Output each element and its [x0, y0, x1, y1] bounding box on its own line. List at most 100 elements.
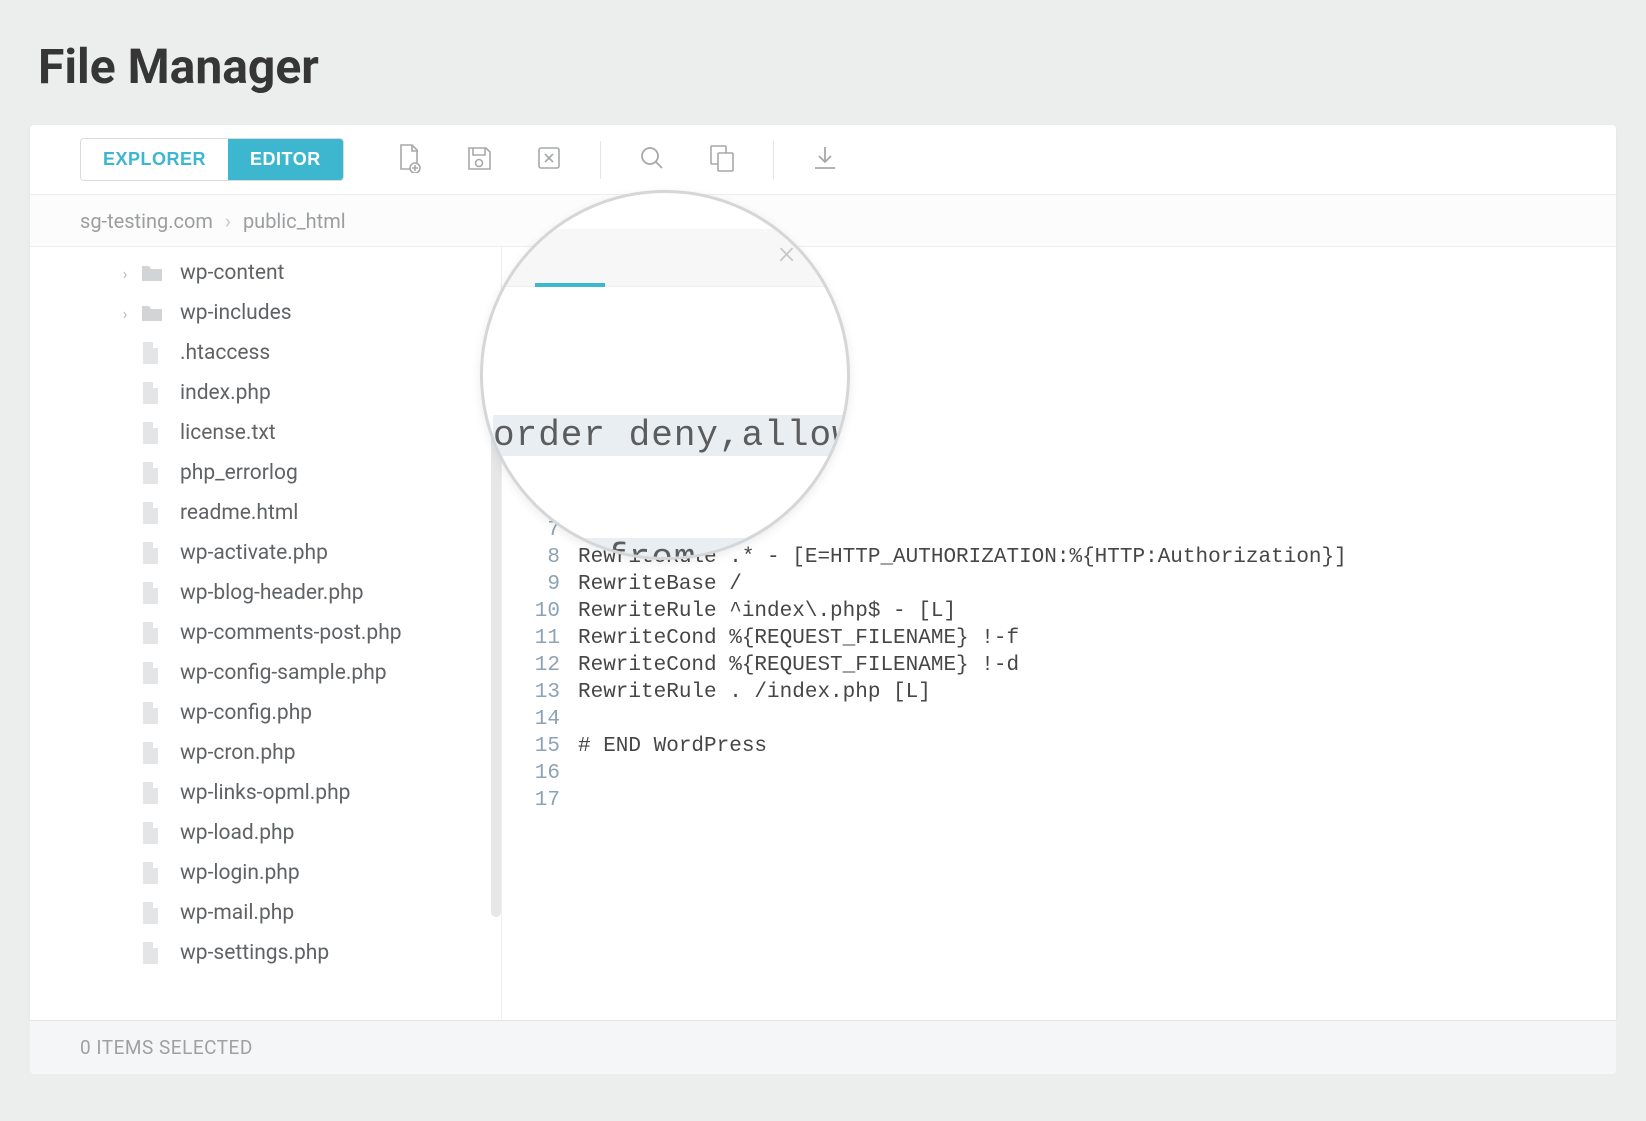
item-label: wp-blog-header.php	[180, 581, 364, 605]
file-item[interactable]: wp-links-opml.php	[30, 773, 501, 813]
close-icon[interactable]: ×	[778, 233, 795, 271]
code-line[interactable]: # END WordPress	[578, 733, 1616, 760]
item-label: wp-config-sample.php	[180, 661, 387, 685]
file-icon	[140, 501, 166, 525]
file-icon	[140, 621, 166, 645]
line-number: 17	[502, 787, 560, 814]
chevron-right-icon[interactable]: ›	[110, 264, 140, 283]
folder-item[interactable]: › wp-content	[30, 253, 501, 293]
item-label: readme.html	[180, 501, 298, 525]
code-line[interactable]	[578, 760, 1616, 787]
file-item[interactable]: .htaccess	[30, 333, 501, 373]
file-icon	[140, 541, 166, 565]
item-label: wp-includes	[180, 301, 292, 325]
file-item[interactable]: wp-config-sample.php	[30, 653, 501, 693]
file-icon	[140, 821, 166, 845]
breadcrumb-part[interactable]: public_html	[243, 209, 346, 233]
item-label: .htaccess	[180, 341, 270, 365]
selection-count: 0 ITEMS SELECTED	[80, 1036, 253, 1059]
file-item[interactable]: wp-comments-post.php	[30, 613, 501, 653]
file-item[interactable]: index.php	[30, 373, 501, 413]
status-bar: 0 ITEMS SELECTED	[30, 1020, 1616, 1074]
file-item[interactable]: wp-settings.php	[30, 933, 501, 973]
code-line[interactable]	[578, 787, 1616, 814]
save-button[interactable]	[456, 137, 502, 183]
code-line[interactable]: RewriteRule ^index\.php$ - [L]	[578, 598, 1616, 625]
file-icon	[140, 341, 166, 365]
copy-button[interactable]	[699, 137, 745, 183]
item-label: wp-settings.php	[180, 941, 329, 965]
item-label: wp-comments-post.php	[180, 621, 402, 645]
toolbar: EXPLORER EDITOR	[30, 125, 1616, 195]
line-number: 12	[502, 652, 560, 679]
item-label: wp-load.php	[180, 821, 294, 845]
file-icon	[140, 581, 166, 605]
file-icon	[140, 381, 166, 405]
line-number: 14	[502, 706, 560, 733]
code-line[interactable]: RewriteBase /	[578, 571, 1616, 598]
file-icon	[140, 741, 166, 765]
file-icon	[140, 781, 166, 805]
line-number: 15	[502, 733, 560, 760]
folder-icon	[140, 263, 166, 283]
file-item[interactable]: wp-cron.php	[30, 733, 501, 773]
new-file-button[interactable]	[386, 137, 432, 183]
code-line[interactable]	[578, 706, 1616, 733]
chevron-right-icon: ›	[225, 209, 231, 233]
line-gutter: 7891011121314151617	[502, 517, 578, 1020]
folder-item[interactable]: › wp-includes	[30, 293, 501, 333]
item-label: wp-links-opml.php	[180, 781, 350, 805]
tab-editor[interactable]: EDITOR	[228, 139, 343, 180]
file-item[interactable]: license.txt	[30, 413, 501, 453]
file-item[interactable]: wp-config.php	[30, 693, 501, 733]
file-icon	[140, 861, 166, 885]
page-title: File Manager	[0, 0, 1646, 125]
file-icon	[140, 901, 166, 925]
discard-button[interactable]	[526, 137, 572, 183]
save-icon	[465, 144, 493, 176]
search-button[interactable]	[629, 137, 675, 183]
file-item[interactable]: wp-login.php	[30, 853, 501, 893]
tab-explorer[interactable]: EXPLORER	[81, 139, 228, 180]
item-label: index.php	[180, 381, 271, 405]
zoomed-code: order deny,allow deny from all	[493, 333, 850, 560]
line-number: 9	[502, 571, 560, 598]
item-label: wp-cron.php	[180, 741, 296, 765]
code-line[interactable]: RewriteCond %{REQUEST_FILENAME} !-f	[578, 625, 1616, 652]
code-content[interactable]: RewriteRule .* - [E=HTTP_AUTHORIZATION:%…	[578, 517, 1616, 1020]
item-label: license.txt	[180, 421, 276, 445]
line-number: 13	[502, 679, 560, 706]
breadcrumb-part[interactable]: sg-testing.com	[80, 209, 213, 233]
file-item[interactable]: wp-blog-header.php	[30, 573, 501, 613]
file-item[interactable]: php_errorlog	[30, 453, 501, 493]
file-icon	[140, 421, 166, 445]
toolbar-divider	[600, 141, 601, 179]
code-line[interactable]: RewriteRule . /index.php [L]	[578, 679, 1616, 706]
search-icon	[638, 144, 666, 176]
file-tree-sidebar: › wp-content › wp-includes .htaccess index.ph…	[30, 247, 502, 1020]
line-number: 16	[502, 760, 560, 787]
toolbar-divider	[773, 141, 774, 179]
file-icon	[140, 941, 166, 965]
item-label: wp-config.php	[180, 701, 312, 725]
copy-icon	[708, 143, 736, 177]
item-label: php_errorlog	[180, 461, 298, 485]
item-label: wp-login.php	[180, 861, 300, 885]
folder-icon	[140, 303, 166, 323]
download-button[interactable]	[802, 137, 848, 183]
file-item[interactable]: wp-load.php	[30, 813, 501, 853]
file-item[interactable]: wp-activate.php	[30, 533, 501, 573]
discard-icon	[535, 144, 563, 176]
line-number: 11	[502, 625, 560, 652]
file-item[interactable]: wp-mail.php	[30, 893, 501, 933]
file-item[interactable]: readme.html	[30, 493, 501, 533]
item-label: wp-activate.php	[180, 541, 328, 565]
item-label: wp-content	[180, 261, 284, 285]
file-icon	[140, 701, 166, 725]
view-toggle-group: EXPLORER EDITOR	[80, 138, 344, 181]
chevron-right-icon[interactable]: ›	[110, 304, 140, 323]
new-file-icon	[396, 143, 422, 177]
file-icon	[140, 661, 166, 685]
code-line[interactable]: RewriteCond %{REQUEST_FILENAME} !-d	[578, 652, 1616, 679]
download-icon	[811, 144, 839, 176]
